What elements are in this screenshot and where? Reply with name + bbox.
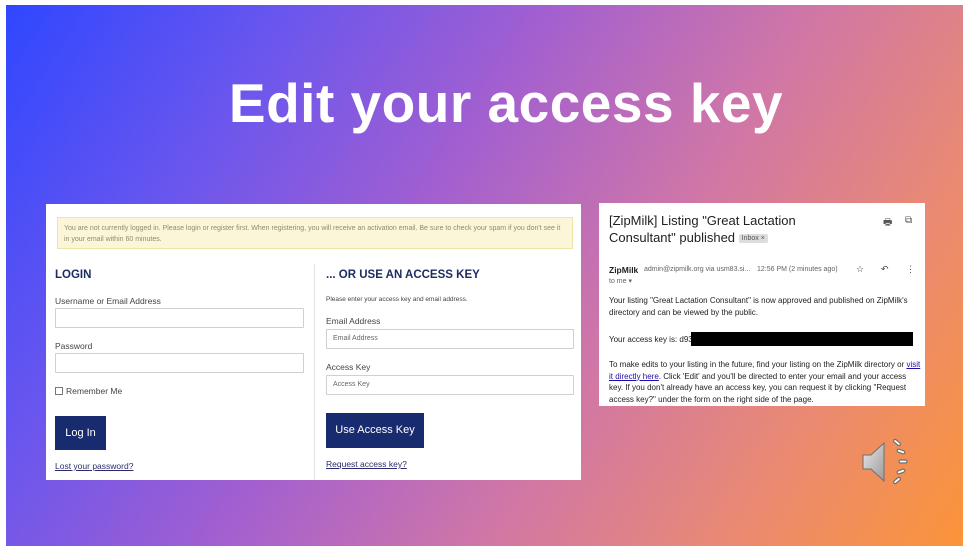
login-heading: LOGIN — [55, 269, 92, 281]
more-icon[interactable]: ⋮ — [906, 264, 915, 275]
email-subject: [ZipMilk] Listing "Great Lactation Consu… — [609, 212, 844, 246]
star-icon[interactable]: ☆ — [856, 264, 864, 275]
print-icon[interactable]: 🖶 — [883, 215, 892, 232]
email-input[interactable]: Email Address — [326, 329, 574, 349]
login-button[interactable]: Log In — [55, 416, 106, 450]
use-access-key-button[interactable]: Use Access Key — [326, 413, 424, 448]
open-external-icon[interactable]: ⧉ — [905, 215, 912, 226]
instructions-text-start: To make edits to your listing in the fut… — [609, 360, 907, 369]
redacted-access-key — [691, 332, 913, 346]
slide-title: Edit your access key — [228, 72, 784, 134]
inbox-label[interactable]: Inbox × — [738, 234, 768, 243]
login-notice: You are not currently logged in. Please … — [57, 217, 573, 249]
recipient-dropdown[interactable]: to me ▾ — [609, 277, 632, 285]
remember-me-label: Remember Me — [66, 386, 123, 396]
access-key-input[interactable]: Access Key — [326, 375, 574, 395]
email-time: 12:56 PM (2 minutes ago) — [757, 266, 838, 273]
sender-name: ZipMilk — [609, 265, 639, 275]
remember-me-checkbox[interactable] — [55, 387, 63, 395]
password-label: Password — [55, 341, 93, 351]
email-screenshot: [ZipMilk] Listing "Great Lactation Consu… — [599, 203, 925, 406]
request-access-key-link[interactable]: Request access key? — [326, 459, 407, 469]
password-input[interactable] — [55, 353, 304, 373]
access-key-instructions: Please enter your access key and email a… — [326, 296, 468, 303]
speaker-icon[interactable] — [860, 437, 910, 487]
login-screenshot: You are not currently logged in. Please … — [46, 204, 581, 480]
sender-address: admin@zipmilk.org via usm83.si... — [644, 266, 751, 273]
email-paragraph-published: Your listing "Great Lactation Consultant… — [609, 296, 908, 317]
email-paragraph-instructions: To make edits to your listing in the fut… — [609, 359, 921, 405]
email-label: Email Address — [326, 316, 381, 326]
access-key-heading: ... OR USE AN ACCESS KEY — [326, 269, 480, 281]
username-label: Username or Email Address — [55, 296, 161, 306]
column-divider — [314, 264, 315, 480]
slide: Edit your access key You are not current… — [6, 5, 963, 546]
access-key-label: Access Key — [326, 362, 371, 372]
reply-icon[interactable]: ↶ — [881, 264, 889, 275]
lost-password-link[interactable]: Lost your password? — [55, 461, 133, 471]
username-input[interactable] — [55, 308, 304, 328]
